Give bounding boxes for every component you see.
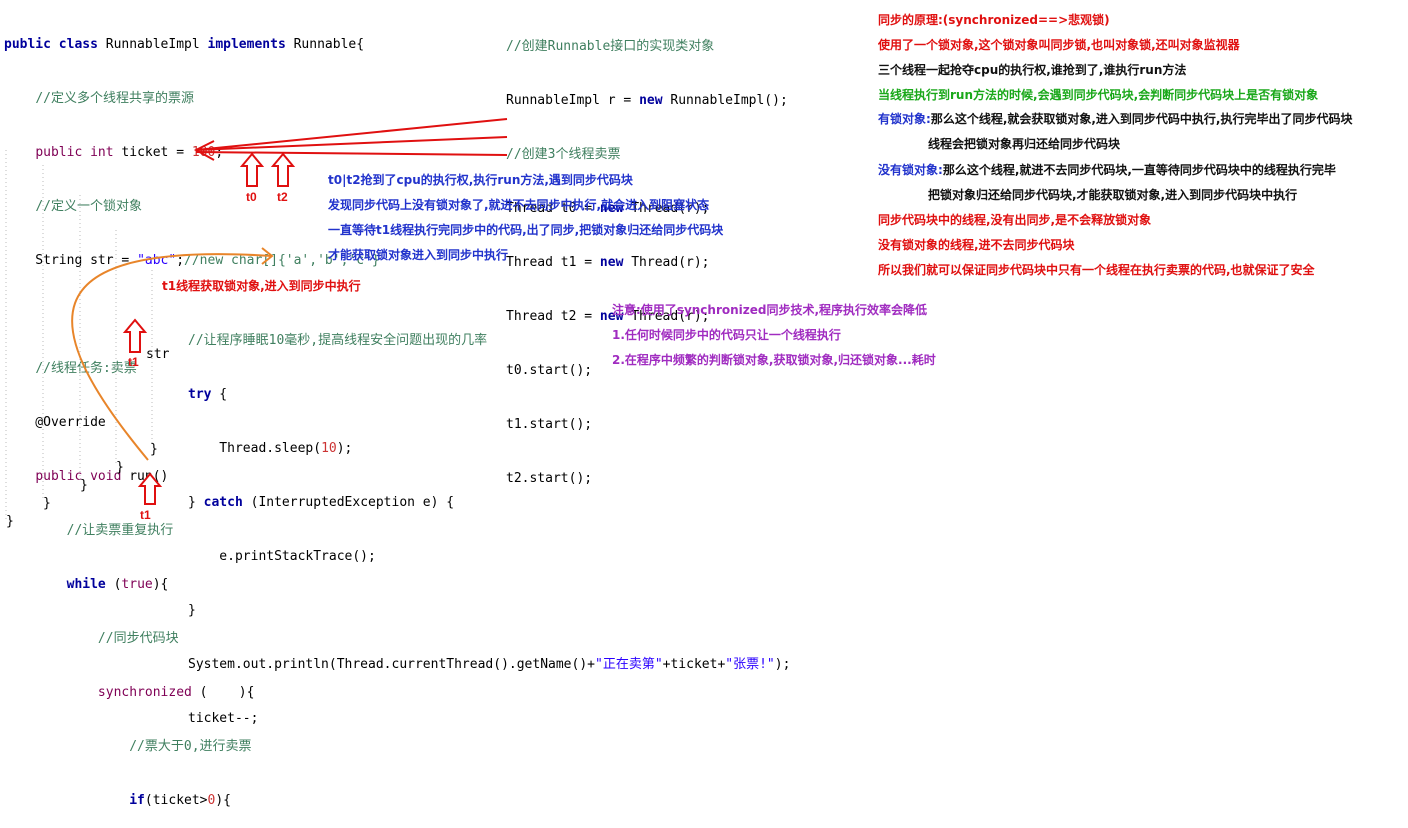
- code-line: System.out.println(Thread.currentThread(…: [188, 657, 791, 672]
- up-arrows: [122, 152, 296, 505]
- has-lock-text: 那么这个线程,就会获取锁对象,进入到同步代码中执行,执行完毕出了同步代码块: [930, 112, 1353, 126]
- mid-note-3: 一直等待t1线程执行完同步中的代码,出了同步,把锁对象归还给同步代码块: [328, 223, 724, 237]
- up-arrow-t1-b: [137, 472, 163, 505]
- right-note-7: 没有锁对象:那么这个线程,就进不去同步代码块,一直等待同步代码块中的线程执行完毕: [878, 162, 1336, 178]
- right-note-8: 把锁对象归还给同步代码块,才能获取锁对象,进入到同步代码块中执行: [928, 188, 1298, 202]
- label-t1-b: t1: [140, 508, 151, 522]
- code-line: ticket--;: [188, 711, 259, 726]
- start-to-run-lines: [193, 118, 508, 161]
- right-note-5: 有锁对象:那么这个线程,就会获取锁对象,进入到同步代码中执行,执行完毕出了同步代…: [878, 111, 1353, 127]
- label-t2: t2: [277, 190, 288, 204]
- mid-note-4: 才能获取锁对象进入到同步中执行: [328, 248, 509, 262]
- mid-note-1: t0|t2抢到了cpu的执行权,执行run方法,遇到同步代码块: [328, 173, 633, 187]
- mid-note-2: 发现同步代码上没有锁对象了,就进不去同步中执行,就会进入到阻塞状态: [328, 198, 710, 212]
- purple-note-2: 1.任何时候同步中的代码只让一个线程执行: [612, 328, 841, 342]
- code-line: e.printStackTrace();: [188, 549, 376, 564]
- right-note-4: 当线程执行到run方法的时候,会遇到同步代码块,会判断同步代码块上是否有锁对象: [878, 88, 1319, 102]
- no-lock-text: 那么这个线程,就进不去同步代码块,一直等待同步代码块中的线程执行完毕: [942, 163, 1336, 177]
- right-note-6: 线程会把锁对象再归还给同步代码块: [928, 137, 1121, 151]
- t1-note: t1线程获取锁对象,进入到同步中执行: [162, 279, 361, 293]
- up-arrow-t0: [239, 152, 265, 187]
- up-arrow-t2: [270, 152, 296, 187]
- label-t0: t0: [246, 190, 257, 204]
- code-line: }: [188, 603, 196, 618]
- right-note-11: 所以我们就可以保证同步代码块中只有一个线程在执行卖票的代码,也就保证了安全: [878, 263, 1315, 277]
- right-note-10: 没有锁对象的线程,进不去同步代码块: [878, 238, 1075, 252]
- no-lock-label: 没有锁对象:: [878, 163, 943, 177]
- up-arrow-t1-a: [122, 318, 148, 353]
- purple-note-1: 注意:使用了synchronized同步技术,程序执行效率会降低: [612, 303, 928, 317]
- right-note-1: 同步的原理:(synchronized==>悲观锁): [878, 13, 1110, 27]
- label-t1-a: t1: [128, 355, 139, 369]
- has-lock-label: 有锁对象:: [878, 112, 931, 126]
- purple-note-3: 2.在程序中频繁的判断锁对象,获取锁对象,归还锁对象...耗时: [612, 353, 936, 367]
- right-note-2: 使用了一个锁对象,这个锁对象叫同步锁,也叫对象锁,还叫对象监视器: [878, 38, 1240, 52]
- right-note-9: 同步代码块中的线程,没有出同步,是不会释放锁对象: [878, 213, 1152, 227]
- code-line: if(ticket>0){: [129, 793, 231, 808]
- right-note-3: 三个线程一起抢夺cpu的执行权,谁抢到了,谁执行run方法: [878, 63, 1187, 77]
